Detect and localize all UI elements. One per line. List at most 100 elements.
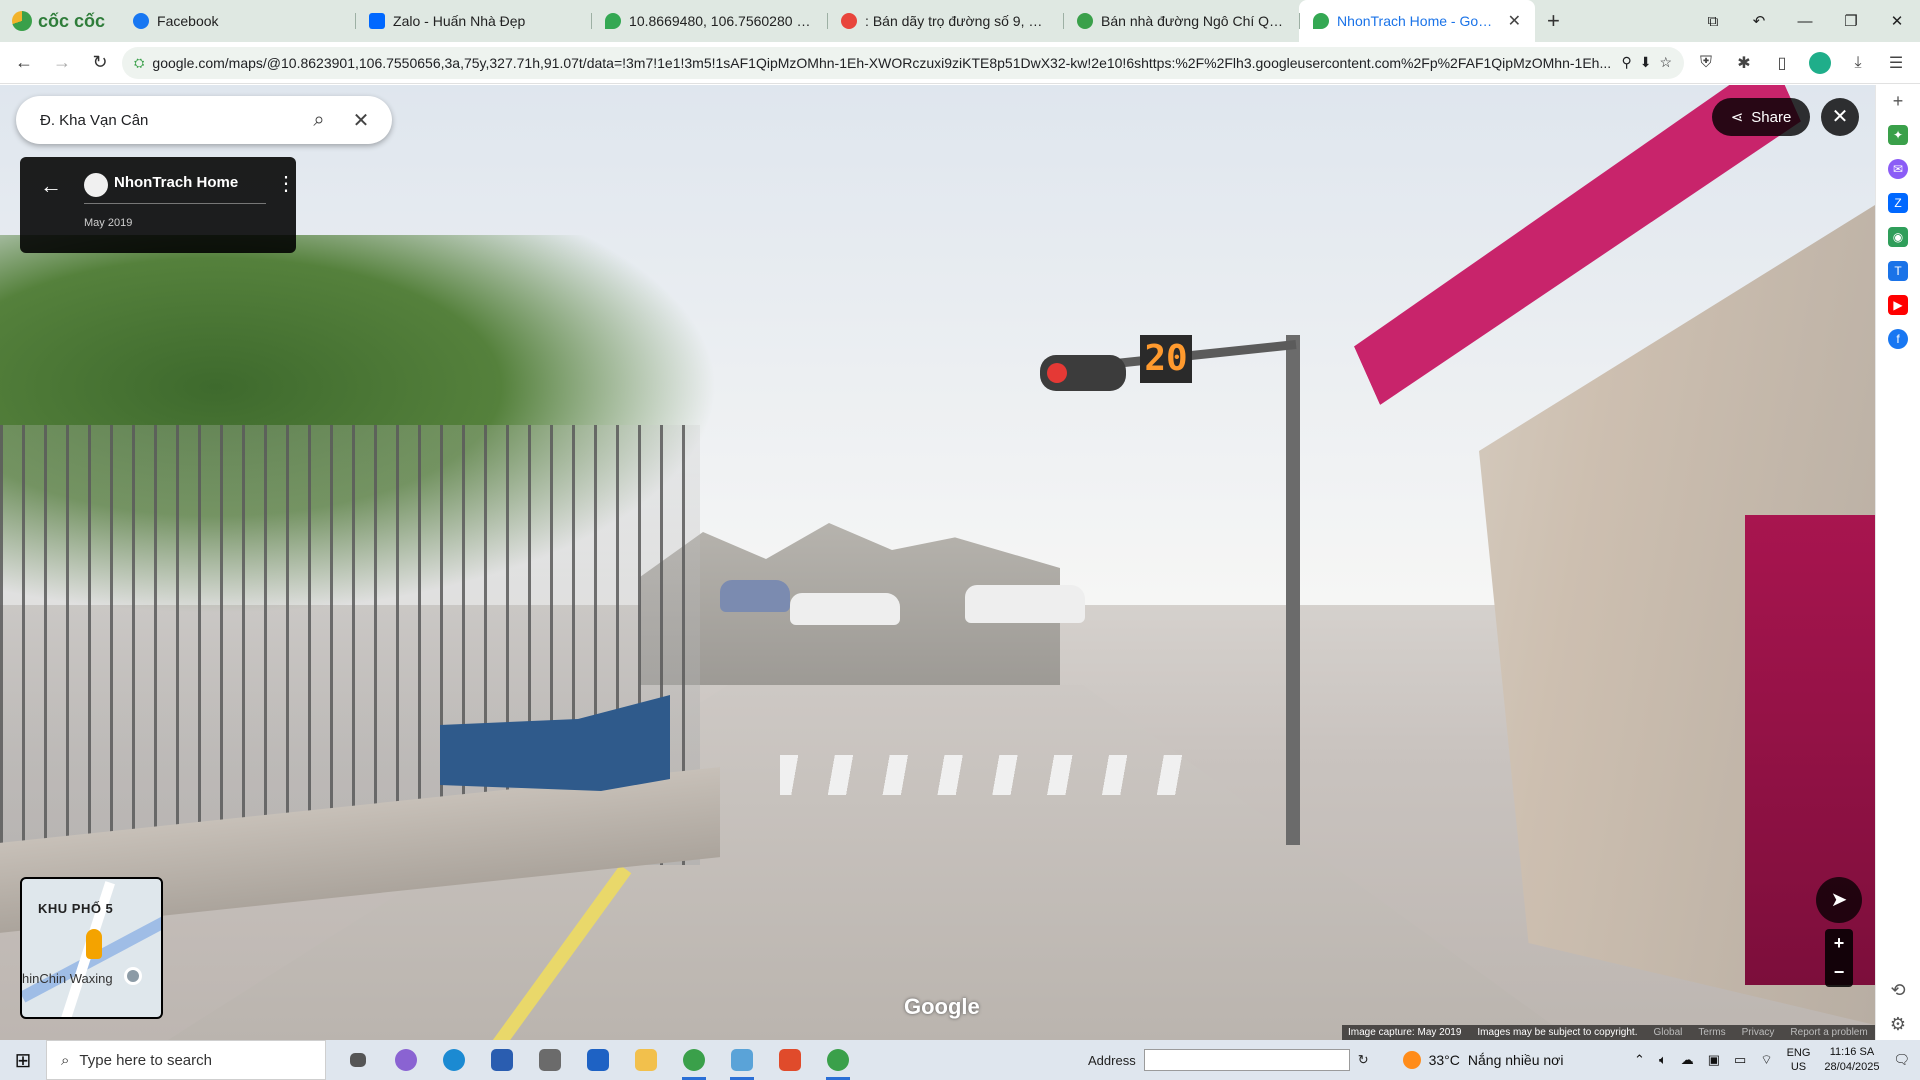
coccoc-taskbar-icon[interactable]: [670, 1040, 718, 1080]
tab-directions[interactable]: 10.8669480, 106.7560280 to 10.82: [591, 0, 827, 42]
compass-icon[interactable]: ➤: [1816, 877, 1862, 923]
ai-icon[interactable]: ✦: [1888, 125, 1908, 145]
tab-title: Facebook: [157, 13, 219, 29]
app-icon[interactable]: [766, 1040, 814, 1080]
wifi-icon[interactable]: ⌔: [1760, 1052, 1772, 1068]
task-view-icon[interactable]: [334, 1040, 382, 1080]
place-name[interactable]: NhonTrach Home: [114, 174, 238, 191]
clock[interactable]: 11:16 SA 28/04/2025: [1824, 1045, 1879, 1075]
youtube-icon[interactable]: ▶: [1888, 295, 1908, 315]
bookmark-star-icon[interactable]: ☆: [1659, 54, 1672, 71]
copilot-icon[interactable]: [382, 1040, 430, 1080]
game-icon[interactable]: ◉: [1888, 227, 1908, 247]
history-icon[interactable]: ↶: [1736, 12, 1782, 30]
cloud-icon[interactable]: ☁: [1681, 1052, 1694, 1068]
install-app-icon[interactable]: ⬇: [1640, 54, 1652, 71]
address-bar[interactable]: ⛭ google.com/maps/@10.8623901,106.755065…: [122, 46, 1684, 79]
tab-title: Bán nhà đường Ngô Chí Quốc, Ph: [1101, 13, 1285, 29]
add-icon[interactable]: +: [1888, 91, 1908, 111]
footer-global[interactable]: Global: [1653, 1027, 1682, 1038]
app-icon[interactable]: [526, 1040, 574, 1080]
menu-icon[interactable]: ☰: [1880, 47, 1912, 79]
show-hidden-icons[interactable]: ⌃: [1634, 1052, 1645, 1068]
share-button[interactable]: ⋖ Share: [1712, 98, 1810, 136]
footer-terms[interactable]: Terms: [1698, 1027, 1725, 1038]
tab-nhontrach-home[interactable]: NhonTrach Home - Google M ✕: [1299, 0, 1536, 42]
maps-pin-icon: [1313, 13, 1330, 29]
back-arrow-icon[interactable]: ←: [40, 173, 62, 199]
battery-icon[interactable]: ▭: [1734, 1052, 1746, 1068]
footer-privacy[interactable]: Privacy: [1742, 1027, 1775, 1038]
history-icon[interactable]: ⟲: [1888, 980, 1908, 1000]
shield-icon[interactable]: ⛨: [1690, 47, 1722, 79]
restore-button[interactable]: ❐: [1828, 12, 1874, 30]
new-tab-button[interactable]: +: [1535, 8, 1572, 34]
language-indicator[interactable]: ENG US: [1787, 1046, 1811, 1074]
close-street-view-button[interactable]: ✕: [1821, 98, 1859, 136]
extensions-icon[interactable]: ✱: [1728, 47, 1760, 79]
address-bar-url[interactable]: google.com/maps/@10.8623901,106.7550656,…: [152, 55, 1613, 71]
lang-top: ENG: [1786, 1047, 1811, 1059]
contributor-avatar[interactable]: [84, 173, 108, 197]
lang-bottom: US: [1790, 1061, 1807, 1073]
site-info-icon[interactable]: ⛭: [134, 55, 144, 71]
capture-date[interactable]: May 2019: [84, 217, 132, 229]
reload-button[interactable]: ↻: [84, 47, 116, 79]
downloads-icon[interactable]: ⤓: [1842, 47, 1874, 79]
share-label: Share: [1751, 108, 1792, 126]
go-icon[interactable]: ↻: [1358, 1052, 1369, 1068]
footer-report[interactable]: Report a problem: [1790, 1027, 1867, 1038]
profile-avatar[interactable]: [1804, 47, 1836, 79]
meet-icon[interactable]: ▣: [1708, 1052, 1720, 1068]
tab-listing-ban-nha[interactable]: Bán nhà đường Ngô Chí Quốc, Ph: [1063, 0, 1299, 42]
panorama-crosswalk: [780, 755, 1200, 795]
taskbar-search[interactable]: ⌕ Type here to search: [46, 1040, 326, 1080]
clear-search-icon[interactable]: ✕: [344, 108, 378, 133]
file-explorer-icon[interactable]: [622, 1040, 670, 1080]
taskbar-apps: [334, 1040, 862, 1080]
back-button[interactable]: ←: [8, 47, 40, 79]
app-window-icon[interactable]: [718, 1040, 766, 1080]
sun-icon: [1402, 1051, 1421, 1069]
location-icon[interactable]: ⚲: [1621, 54, 1631, 71]
windows-start-icon[interactable]: ⊞: [0, 1048, 46, 1073]
translate-icon[interactable]: T: [1888, 261, 1908, 281]
mail-icon[interactable]: [574, 1040, 622, 1080]
map-pin-icon: [124, 967, 142, 985]
street-view-info-card: ← NhonTrach Home ⋮ May 2019: [20, 157, 296, 253]
tab-zalo[interactable]: Zalo - Huấn Nhà Đẹp: [355, 0, 591, 42]
pegman-icon[interactable]: [86, 929, 102, 959]
minimize-button[interactable]: —: [1782, 13, 1828, 30]
settings-gear-icon[interactable]: ⚙: [1888, 1014, 1908, 1034]
search-input[interactable]: Đ. Kha Vạn Cân: [40, 112, 294, 129]
more-options-icon[interactable]: ⋮: [276, 171, 296, 196]
divider: [84, 203, 266, 204]
forward-button[interactable]: →: [46, 47, 78, 79]
zalo-icon[interactable]: Z: [1888, 193, 1908, 213]
browser-brand[interactable]: cốc cốc: [0, 0, 119, 42]
taskbar-search-placeholder[interactable]: Type here to search: [79, 1052, 212, 1069]
weather-widget[interactable]: 33°C Nắng nhiều nơi: [1402, 1051, 1563, 1069]
edge-icon[interactable]: [430, 1040, 478, 1080]
search-icon[interactable]: ⌕: [302, 109, 336, 132]
notifications-icon[interactable]: 🗨︎: [1893, 1052, 1910, 1068]
messenger-icon[interactable]: ✉: [1888, 159, 1908, 179]
tab-search-icon[interactable]: ⧉: [1690, 13, 1736, 30]
browser-brand-label: cốc cốc: [38, 10, 106, 31]
close-tab-icon[interactable]: ✕: [1508, 11, 1521, 31]
listing-icon: [841, 13, 858, 29]
maps-search-box[interactable]: Đ. Kha Vạn Cân ⌕ ✕: [16, 96, 392, 144]
sidebar-toggle-icon[interactable]: ▯: [1766, 47, 1798, 79]
address-input[interactable]: [1143, 1049, 1350, 1071]
zoom-out-button[interactable]: −: [1825, 958, 1853, 987]
tab-facebook[interactable]: Facebook: [119, 0, 355, 42]
street-view-minimap[interactable]: KHU PHỐ 5 hinChin Waxing: [20, 877, 163, 1019]
coccoc-taskbar-icon[interactable]: [814, 1040, 862, 1080]
store-icon[interactable]: [478, 1040, 526, 1080]
facebook-icon[interactable]: f: [1888, 329, 1908, 349]
browser-side-rail: + ✦ ✉ Z ◉ T ▶ f ⟲ ⚙: [1875, 85, 1920, 1040]
volume-icon[interactable]: 🔈︎: [1659, 1052, 1667, 1068]
close-window-button[interactable]: ✕: [1874, 12, 1920, 30]
tab-listing-ban-day-tro[interactable]: : Bán dãy trọ đường số 9, phường: [827, 0, 1063, 42]
zoom-in-button[interactable]: +: [1825, 929, 1853, 958]
